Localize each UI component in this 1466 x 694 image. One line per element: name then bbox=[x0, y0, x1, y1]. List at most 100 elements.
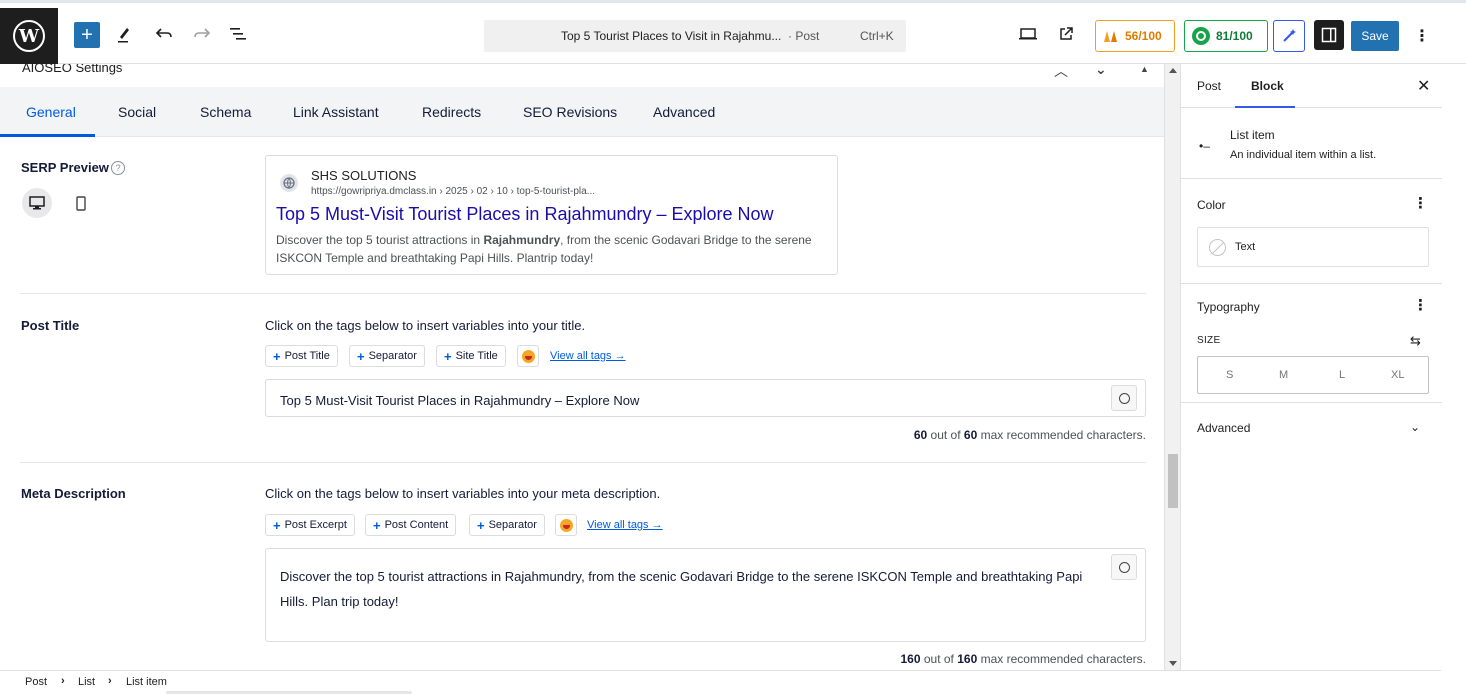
undo-icon[interactable] bbox=[152, 22, 176, 46]
serp-keyword: Rajahmundry bbox=[483, 233, 561, 247]
view-post-external-icon[interactable] bbox=[1054, 22, 1078, 46]
text-color-button[interactable]: Text bbox=[1197, 227, 1429, 267]
meta-description-helper: Click on the tags below to insert variab… bbox=[265, 486, 661, 501]
meta-description-textarea[interactable]: Discover the top 5 tourist attractions i… bbox=[265, 548, 1146, 642]
wordpress-logo-icon[interactable]: W bbox=[0, 8, 58, 64]
emoji-button[interactable] bbox=[555, 514, 577, 536]
help-icon[interactable]: ? bbox=[111, 161, 125, 175]
collapse-up-icon[interactable]: ︿ bbox=[1054, 64, 1068, 81]
aioseo-settings-title: AIOSEO Settings bbox=[22, 64, 123, 75]
post-title-helper: Click on the tags below to insert variab… bbox=[265, 318, 586, 333]
sidebar-tabs: Post Block ✕ bbox=[1181, 64, 1442, 108]
typography-options-icon[interactable]: ⋮ bbox=[1413, 296, 1428, 314]
section-divider bbox=[20, 462, 1146, 463]
post-title-value: Top 5 Must-Visit Tourist Places in Rajah… bbox=[280, 393, 640, 408]
editor-scrollbar[interactable] bbox=[1164, 64, 1180, 670]
active-sidebar-tab-indicator bbox=[1235, 106, 1295, 108]
text-color-label: Text bbox=[1235, 241, 1256, 253]
tag-separator-button[interactable]: + Separator bbox=[469, 514, 545, 536]
breadcrumb-separator-icon: › bbox=[108, 675, 112, 687]
scrollbar-thumb[interactable] bbox=[1168, 454, 1178, 508]
font-size-picker: S M L XL bbox=[1197, 356, 1429, 394]
emoji-face-icon bbox=[521, 349, 535, 363]
typography-panel-title: Typography bbox=[1197, 300, 1260, 314]
tab-seo-revisions[interactable]: SEO Revisions bbox=[523, 104, 617, 120]
post-title-label: Post Title bbox=[21, 318, 80, 333]
tab-social[interactable]: Social bbox=[118, 104, 156, 120]
meta-description-line-1: Discover the top 5 tourist attractions i… bbox=[280, 569, 1083, 584]
tab-general[interactable]: General bbox=[26, 104, 76, 120]
breadcrumb-list[interactable]: List bbox=[78, 676, 95, 688]
save-button[interactable]: Save bbox=[1351, 21, 1399, 51]
tab-schema[interactable]: Schema bbox=[200, 104, 251, 120]
advanced-panel-title: Advanced bbox=[1197, 421, 1251, 435]
truseo-score-button[interactable]: 81/100 bbox=[1184, 20, 1268, 52]
post-title-char-counter: 60 out of 60 max recommended characters. bbox=[913, 428, 1146, 442]
color-options-icon[interactable]: ⋮ bbox=[1413, 194, 1428, 212]
globe-icon bbox=[280, 174, 298, 192]
seo-score-value: 56/100 bbox=[1125, 29, 1162, 43]
sidebar-tab-post[interactable]: Post bbox=[1197, 79, 1221, 93]
size-option-s[interactable]: S bbox=[1226, 369, 1233, 381]
add-block-button[interactable]: + bbox=[74, 22, 100, 48]
serp-preview-label: SERP Preview bbox=[21, 160, 109, 175]
command-shortcut: Ctrl+K bbox=[860, 29, 894, 43]
scroll-up-icon[interactable] bbox=[1169, 68, 1177, 73]
meta-description-char-counter: 160 out of 160 max recommended character… bbox=[900, 652, 1146, 666]
serp-title: Top 5 Must-Visit Tourist Places in Rajah… bbox=[276, 204, 774, 224]
aioseo-logo-icon bbox=[1104, 31, 1117, 42]
scroll-down-icon[interactable] bbox=[1169, 661, 1177, 666]
custom-size-toggle-icon[interactable]: ⇆ bbox=[1410, 333, 1421, 349]
chevron-down-icon[interactable]: ⌄ bbox=[1410, 420, 1420, 434]
document-overview-icon[interactable] bbox=[226, 22, 250, 46]
list-item-icon: •– bbox=[1199, 139, 1210, 153]
size-option-l[interactable]: L bbox=[1339, 369, 1345, 381]
view-all-tags-link[interactable]: View all tags → bbox=[587, 519, 663, 531]
close-icon[interactable]: ✕ bbox=[1417, 76, 1430, 96]
document-title: Top 5 Tourist Places to Visit in Rajahmu… bbox=[561, 29, 782, 43]
aioseo-header: AIOSEO Settings ︿ ⌄ ▲ bbox=[0, 64, 1164, 86]
breadcrumb-post[interactable]: Post bbox=[25, 676, 47, 688]
tag-separator-button[interactable]: + Separator bbox=[349, 345, 425, 367]
serp-description: Discover the top 5 tourist attractions i… bbox=[276, 233, 812, 265]
sidebar-tab-block[interactable]: Block bbox=[1251, 79, 1284, 93]
view-all-tags-link[interactable]: View all tags → bbox=[550, 350, 626, 362]
ai-assistant-button[interactable] bbox=[1273, 20, 1305, 52]
tab-advanced[interactable]: Advanced bbox=[653, 104, 715, 120]
size-option-m[interactable]: M bbox=[1279, 369, 1288, 381]
desktop-preview-button[interactable] bbox=[22, 188, 52, 218]
magic-wand-icon bbox=[1283, 29, 1296, 42]
truseo-gear-icon bbox=[1192, 27, 1210, 45]
emoji-face-icon bbox=[559, 518, 573, 532]
tag-site-title-button[interactable]: + Site Title bbox=[436, 345, 506, 367]
collapse-down-icon[interactable]: ⌄ bbox=[1095, 64, 1107, 78]
meta-description-line-2: Hills. Plan trip today! bbox=[280, 594, 399, 609]
mobile-icon bbox=[76, 195, 86, 211]
settings-sidebar-toggle[interactable] bbox=[1314, 20, 1344, 50]
tag-post-excerpt-button[interactable]: + Post Excerpt bbox=[265, 514, 355, 536]
tab-link-assistant[interactable]: Link Assistant bbox=[293, 104, 379, 120]
aioseo-tabs: General Social Schema Link Assistant Red… bbox=[0, 87, 1164, 137]
post-title-input[interactable]: Top 5 Must-Visit Tourist Places in Rajah… bbox=[265, 379, 1146, 417]
tag-post-content-button[interactable]: + Post Content bbox=[365, 514, 457, 536]
mobile-preview-button[interactable] bbox=[66, 188, 96, 218]
pencil-tool-icon[interactable] bbox=[112, 22, 136, 46]
redo-icon[interactable] bbox=[190, 22, 214, 46]
document-bar[interactable]: Top 5 Tourist Places to Visit in Rajahmu… bbox=[484, 20, 906, 52]
move-up-icon[interactable]: ▲ bbox=[1140, 64, 1149, 74]
serp-preview-card: SHS SOLUTIONS https://gowripriya.dmclass… bbox=[265, 155, 838, 275]
advanced-panel[interactable]: Advanced ⌄ bbox=[1181, 404, 1442, 449]
svg-text:W: W bbox=[18, 26, 40, 47]
options-menu-icon[interactable]: ⋮ bbox=[1412, 24, 1432, 48]
block-card: •– List item An individual item within a… bbox=[1181, 109, 1442, 179]
aioseo-score-button[interactable]: 56/100 bbox=[1095, 20, 1175, 52]
tab-redirects[interactable]: Redirects bbox=[422, 104, 481, 120]
emoji-picker-icon[interactable] bbox=[1111, 385, 1137, 411]
editor-toolbar: W + Top 5 Tourist Places to Visit in Raj… bbox=[0, 0, 1466, 64]
tag-post-title-button[interactable]: + Post Title bbox=[265, 345, 338, 367]
emoji-button[interactable] bbox=[517, 345, 539, 367]
size-option-xl[interactable]: XL bbox=[1391, 369, 1404, 381]
breadcrumb-separator-icon: › bbox=[61, 675, 65, 687]
preview-desktop-icon[interactable] bbox=[1016, 22, 1040, 46]
emoji-picker-icon[interactable] bbox=[1111, 554, 1137, 580]
